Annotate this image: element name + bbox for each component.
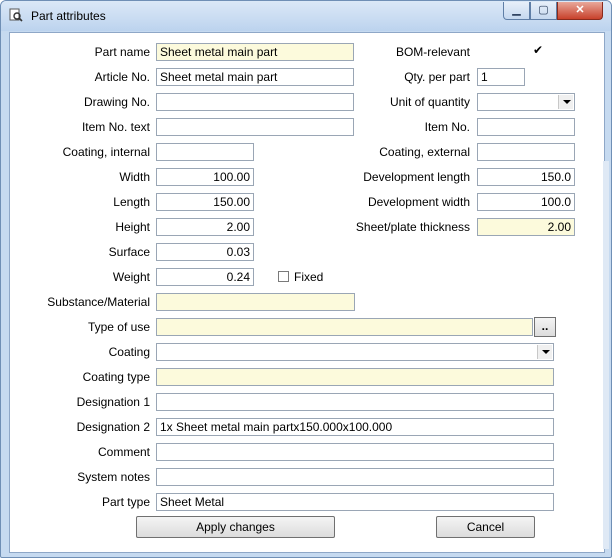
development-length-field[interactable]: 150.0 [477, 168, 575, 186]
coating-type-label: Coating type [82, 370, 150, 384]
fixed-checkbox[interactable] [278, 271, 289, 282]
substance-material-field[interactable] [156, 293, 355, 311]
designation-1-label: Designation 1 [76, 395, 150, 409]
bom-relevant-label: BOM-relevant [395, 45, 470, 59]
designation-2-label: Designation 2 [76, 420, 150, 434]
form-area: Part name Sheet metal main part Article … [9, 32, 605, 553]
maximize-button[interactable]: ▢ [530, 2, 557, 20]
unit-of-quantity-select[interactable] [477, 93, 575, 111]
magnifier-document-icon [9, 8, 23, 22]
maximize-icon: ▢ [538, 4, 549, 16]
system-notes-field[interactable] [156, 468, 554, 486]
surface-field[interactable]: 0.03 [156, 243, 254, 261]
title-bar[interactable]: Part attributes ▁ ▢ ✕ [1, 1, 611, 31]
item-no-field[interactable] [477, 118, 575, 136]
item-no-text-label: Item No. text [81, 120, 150, 134]
width-field[interactable]: 100.00 [156, 168, 254, 186]
item-no-label: Item No. [424, 120, 470, 134]
apply-changes-button[interactable]: Apply changes [136, 516, 335, 538]
coating-select[interactable] [156, 343, 554, 361]
sheet-thickness-field[interactable]: 2.00 [477, 218, 575, 236]
height-label: Height [115, 220, 150, 234]
part-type-field[interactable]: Sheet Metal [156, 493, 554, 511]
comment-label: Comment [97, 445, 150, 459]
chevron-down-icon[interactable] [537, 345, 552, 359]
height-field[interactable]: 2.00 [156, 218, 254, 236]
width-label: Width [119, 170, 150, 184]
part-attributes-window: Part attributes ▁ ▢ ✕ Part name Sheet me… [0, 0, 612, 558]
system-notes-label: System notes [77, 470, 150, 484]
weight-field[interactable]: 0.24 [156, 268, 254, 286]
close-icon: ✕ [575, 4, 585, 16]
coating-label: Coating [108, 345, 150, 359]
designation-1-field[interactable] [156, 393, 554, 411]
chevron-down-icon[interactable] [558, 95, 573, 109]
cancel-button[interactable]: Cancel [436, 516, 535, 538]
development-width-field[interactable]: 100.0 [477, 193, 575, 211]
surface-label: Surface [108, 245, 150, 259]
length-field[interactable]: 150.00 [156, 193, 254, 211]
unit-of-quantity-label: Unit of quantity [389, 95, 470, 109]
close-button[interactable]: ✕ [557, 2, 603, 20]
coating-type-field[interactable] [156, 368, 554, 386]
comment-field[interactable] [156, 443, 554, 461]
type-of-use-label: Type of use [87, 320, 150, 334]
qty-per-part-label: Qty. per part [404, 70, 470, 84]
part-name-label: Part name [94, 45, 150, 59]
development-width-label: Development width [367, 195, 470, 209]
type-of-use-browse-button[interactable]: .. [534, 317, 556, 337]
coating-internal-label: Coating, internal [62, 145, 150, 159]
minimize-icon: ▁ [512, 4, 521, 16]
sheet-thickness-label: Sheet/plate thickness [355, 220, 470, 234]
substance-material-label: Substance/Material [47, 295, 150, 309]
fixed-label: Fixed [294, 270, 324, 284]
bom-relevant-checkbox[interactable]: ✔ [533, 44, 543, 56]
qty-per-part-field[interactable]: 1 [477, 68, 525, 86]
frame-scroll-strip [603, 161, 609, 549]
type-of-use-field[interactable] [156, 318, 533, 336]
coating-external-field[interactable] [477, 143, 575, 161]
coating-internal-field[interactable] [156, 143, 254, 161]
weight-label: Weight [112, 270, 150, 284]
length-label: Length [113, 195, 150, 209]
development-length-label: Development length [363, 170, 470, 184]
designation-2-field[interactable]: 1x Sheet metal main partx150.000x100.000 [156, 418, 554, 436]
article-no-label: Article No. [94, 70, 150, 84]
drawing-no-label: Drawing No. [83, 95, 150, 109]
minimize-button[interactable]: ▁ [503, 2, 530, 20]
coating-external-label: Coating, external [379, 145, 470, 159]
window-title: Part attributes [31, 9, 106, 23]
part-type-label: Part type [101, 495, 150, 509]
